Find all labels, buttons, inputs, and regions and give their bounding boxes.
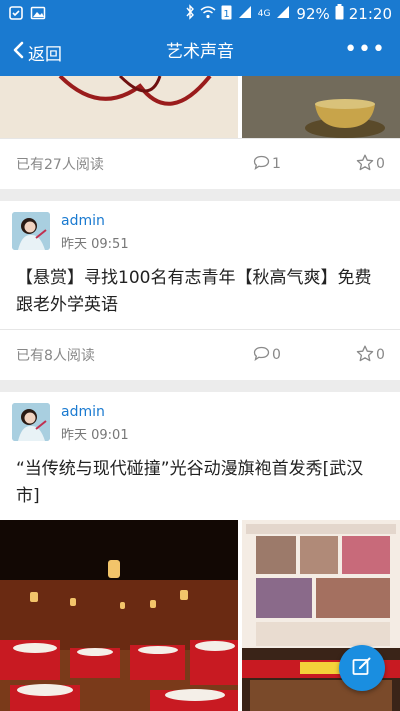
post-stats-bar: 已有8人阅读 0 0 [0, 329, 400, 380]
read-count: 已有8人阅读 [16, 348, 95, 364]
battery-percent: 92% [296, 5, 330, 23]
comment-count: 0 [272, 347, 281, 363]
favorite-button[interactable]: 0 [356, 345, 385, 366]
sim-1-icon: 1 [221, 5, 232, 24]
post-image-strip[interactable] [0, 76, 400, 138]
post-feed[interactable]: 已有27人阅读 1 0 admin 昨天 09:51 【悬赏】寻找100名有志青… [0, 76, 400, 711]
comment-count: 1 [272, 156, 281, 172]
post-time: 昨天 09:01 [61, 428, 129, 443]
chevron-left-icon [12, 41, 24, 64]
card-separator [0, 189, 400, 201]
post-header: admin 昨天 09:51 [0, 201, 400, 259]
star-icon [356, 345, 374, 366]
avatar[interactable] [12, 212, 50, 250]
post-header: admin 昨天 09:01 [0, 392, 400, 450]
card-separator [0, 380, 400, 392]
post-card[interactable]: admin 昨天 09:51 【悬赏】寻找100名有志青年【秋高气爽】免费跟老外… [0, 201, 400, 380]
post-title[interactable]: “当传统与现代碰撞”光谷动漫旗袍首发秀[武汉市] [0, 450, 400, 520]
post-card[interactable]: 已有27人阅读 1 0 [0, 76, 400, 189]
comment-button[interactable]: 0 [253, 346, 281, 365]
favorite-count: 0 [376, 347, 385, 363]
network-type-label: 4G [257, 9, 271, 19]
status-bar: 1 4G 92% 21:20 [0, 0, 400, 28]
signal-1-icon [237, 5, 253, 23]
bluetooth-icon [185, 4, 195, 24]
comment-button[interactable]: 1 [253, 155, 281, 174]
post-stats-bar: 已有27人阅读 1 0 [0, 138, 400, 189]
favorite-count: 0 [376, 156, 385, 172]
post-time: 昨天 09:51 [61, 237, 129, 252]
comment-bubble-icon [253, 346, 270, 365]
notification-square-icon [8, 5, 24, 25]
read-count: 已有27人阅读 [16, 157, 104, 173]
signal-2-icon [275, 5, 291, 23]
author-name[interactable]: admin [61, 404, 105, 420]
avatar[interactable] [12, 403, 50, 441]
back-button[interactable]: 返回 [12, 28, 62, 76]
more-dots-icon: ••• [344, 37, 386, 62]
system-indicators: 1 4G 92% 21:20 [185, 4, 392, 24]
wifi-icon [200, 5, 216, 23]
compose-button[interactable] [339, 645, 385, 691]
more-menu-button[interactable]: ••• [344, 28, 386, 76]
edit-icon [351, 655, 373, 681]
battery-icon [335, 4, 344, 24]
top-nav-bar: 返回 艺术声音 ••• [0, 28, 400, 76]
star-icon [356, 154, 374, 175]
back-label: 返回 [28, 44, 62, 65]
comment-bubble-icon [253, 155, 270, 174]
post-photo-gallery[interactable] [0, 520, 400, 711]
post-photo-gallery[interactable] [0, 76, 400, 138]
clock: 21:20 [348, 5, 392, 23]
author-name[interactable]: admin [61, 213, 105, 229]
image-notification-icon [30, 5, 46, 25]
svg-text:1: 1 [223, 9, 229, 20]
post-title[interactable]: 【悬赏】寻找100名有志青年【秋高气爽】免费跟老外学英语 [0, 259, 400, 329]
favorite-button[interactable]: 0 [356, 154, 385, 175]
notification-icons [8, 5, 46, 25]
